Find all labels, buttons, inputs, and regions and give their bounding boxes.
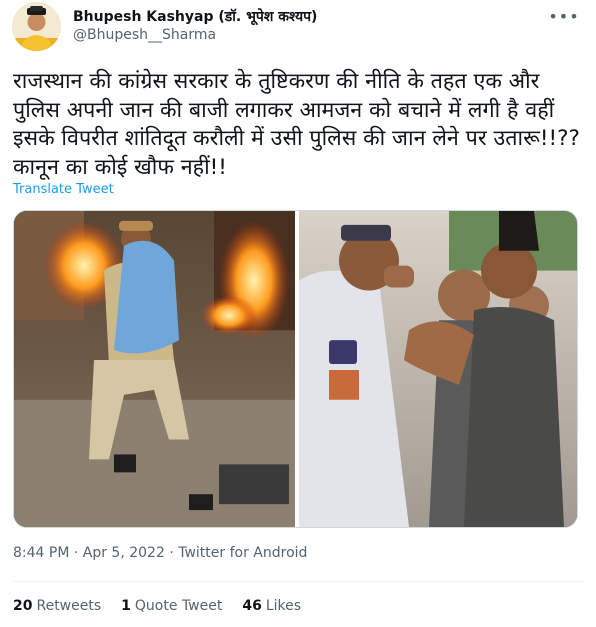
quotes-count: 1 (121, 598, 131, 614)
avatar[interactable] (12, 2, 61, 51)
more-horizontal-icon: ••• (548, 6, 580, 26)
author-name[interactable]: Bhupesh Kashyap (डॉ. भूपेश कश्यप) (73, 7, 317, 26)
quotes-stat[interactable]: 1 Quote Tweet (121, 598, 222, 614)
quotes-label: Quote Tweet (134, 598, 223, 614)
tweet-stats: 20 Retweets 1 Quote Tweet 46 Likes (13, 598, 301, 614)
retweets-count: 20 (13, 598, 33, 614)
divider (13, 581, 583, 582)
translate-tweet-link[interactable]: Translate Tweet (13, 182, 114, 197)
tweet-media[interactable] (13, 210, 578, 528)
retweets-label: Retweets (36, 598, 102, 614)
retweets-stat[interactable]: 20 Retweets (13, 598, 101, 614)
tweet-header: Bhupesh Kashyap (डॉ. भूपेश कश्यप) @Bhupe… (12, 0, 584, 60)
likes-count: 46 (242, 598, 262, 614)
tweet-text: राजस्थान की कांग्रेस सरकार के तुष्टिकरण … (13, 69, 580, 180)
photo-police-carrying-child[interactable] (14, 211, 295, 527)
likes-label: Likes (265, 598, 302, 614)
tweet-timestamp[interactable]: 8:44 PM · Apr 5, 2022 · Twitter for Andr… (13, 545, 307, 561)
likes-stat[interactable]: 46 Likes (242, 598, 301, 614)
author-handle[interactable]: @Bhupesh__Sharma (73, 27, 216, 43)
photo-crowd-confrontation[interactable] (299, 211, 577, 527)
more-options-button[interactable]: ••• (548, 4, 578, 28)
